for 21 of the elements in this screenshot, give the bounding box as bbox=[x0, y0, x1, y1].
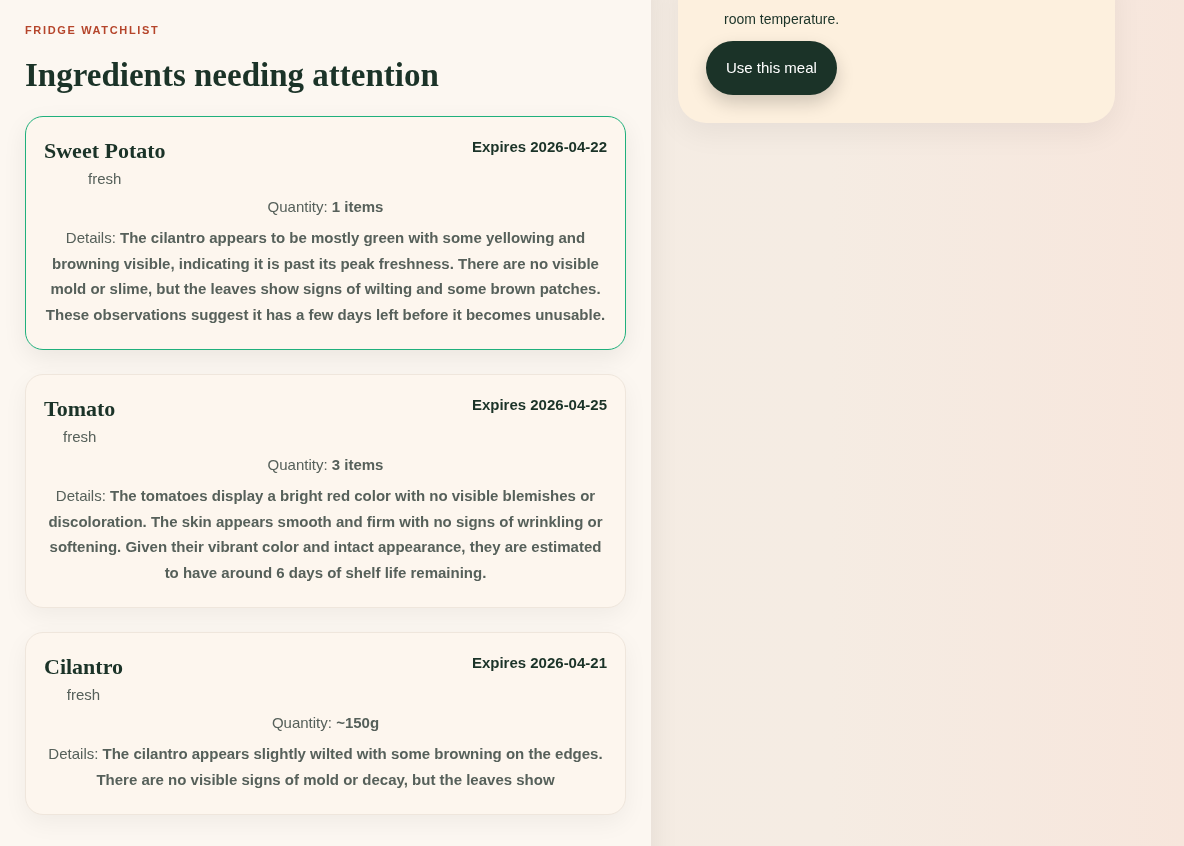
ingredient-name: Tomato bbox=[44, 395, 116, 424]
section-title: Ingredients needing attention bbox=[25, 57, 440, 94]
ingredient-name: Cilantro bbox=[44, 653, 124, 682]
details-text: Details: The cilantro appears slightly wilted with some browning on the edges. There are no visible signs of mold or decay, but the leaves show bbox=[47, 744, 604, 790]
details-text: Details: The tomatoes display a bright red color with no visible blemishes or discoloration. The skin appears smooth and firm with no signs of wrinkling or softening. Given their vibrant color and intact appearance, they are estimated to have around 6 days of shelf life remaining. bbox=[47, 486, 604, 583]
expiry-date: Expires 2026-04-25 bbox=[471, 395, 607, 416]
freshness-status: fresh bbox=[88, 169, 122, 190]
quantity-text: Quantity: 3 items bbox=[266, 455, 385, 476]
ingredient-name: Sweet Potato bbox=[44, 137, 166, 166]
ingredient-card[interactable] bbox=[25, 116, 626, 351]
ingredient-card[interactable]: Cilantro fresh Expires 2026-04-21 Quantity: ~150g Details: The cilantro appears slightly wilted with some browning on the edges. There are no visible signs of mold or decay, but the leaves show bbox=[25, 632, 626, 816]
quantity-text: Quantity: ~150g bbox=[270, 713, 381, 734]
use-meal-button[interactable]: Use this meal bbox=[706, 41, 837, 95]
meal-text: room temperature. bbox=[723, 10, 841, 29]
section-eyebrow: FRIDGE WATCHLIST bbox=[25, 25, 161, 36]
details-text: Details: The cilantro appears to be mostly green with some yellowing and browning visible, indicating it is past its peak freshness. There are no visible mold or slime, but the leaves show signs of wilting and some brown patches. These observations suggest it has a few days left before it becomes unusable. bbox=[44, 228, 607, 325]
quantity-text: Quantity: 1 items bbox=[266, 197, 385, 218]
freshness-status: fresh bbox=[66, 685, 101, 706]
freshness-status: fresh bbox=[62, 427, 97, 448]
expiry-date: Expires 2026-04-22 bbox=[471, 137, 607, 158]
expiry-date: Expires 2026-04-21 bbox=[471, 653, 607, 674]
